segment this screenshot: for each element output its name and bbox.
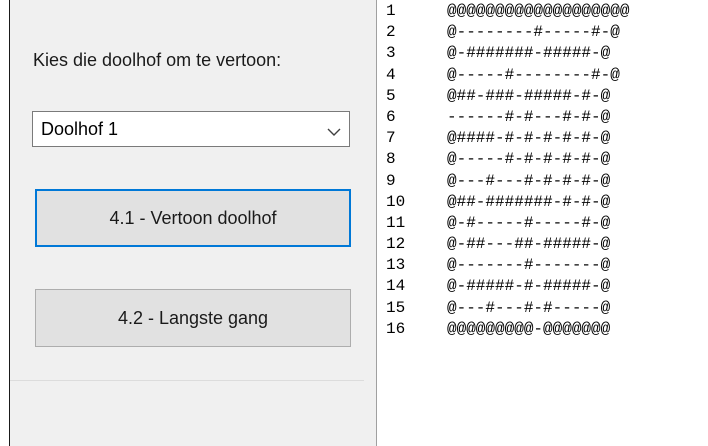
longest-path-button[interactable]: 4.2 - Langste gang xyxy=(35,289,351,347)
maze-row: 13 @-------#-------@ xyxy=(386,255,629,276)
maze-row: 7 @####-#-#-#-#-#-@ xyxy=(386,128,629,149)
maze-row-text: @-#-----#-----#-@ xyxy=(447,213,611,232)
maze-row-number: 1 xyxy=(386,2,396,20)
maze-row-text: @---#---#-#-#-#-@ xyxy=(447,171,611,190)
maze-row-number: 9 xyxy=(386,171,396,190)
show-maze-button[interactable]: 4.1 - Vertoon doolhof xyxy=(35,189,351,247)
app-window: Kies die doolhof om te vertoon: Doolhof … xyxy=(0,0,708,446)
maze-row: 16 @@@@@@@@@-@@@@@@@ xyxy=(386,319,629,340)
maze-row-text: @@@@@@@@@@@@@@@@@@@ xyxy=(447,2,630,20)
maze-row-number: 15 xyxy=(386,298,406,317)
maze-row: 12 @-##---##-#####-@ xyxy=(386,234,629,255)
maze-row-text: @-----#--------#-@ xyxy=(447,65,620,84)
maze-row: 15 @---#---#-#-----@ xyxy=(386,298,629,319)
maze-row-number: 12 xyxy=(386,235,406,254)
maze-row-number: 11 xyxy=(386,213,406,232)
maze-row-number: 5 xyxy=(386,86,396,105)
maze-row-number: 16 xyxy=(386,319,406,338)
maze-select-label: Kies die doolhof om te vertoon: xyxy=(33,50,282,70)
maze-row-text: @-#######-#####-@ xyxy=(447,44,611,63)
maze-row: 5 @##-###-#####-#-@ xyxy=(386,86,629,107)
maze-row-text: @-##---##-#####-@ xyxy=(447,235,611,254)
maze-row-number: 4 xyxy=(386,65,396,84)
maze-row: 8 @-----#-#-#-#-#-@ xyxy=(386,149,629,170)
maze-row-text: @-----#-#-#-#-#-@ xyxy=(447,150,611,169)
maze-row: 6 ------#-#---#-#-@ xyxy=(386,107,629,128)
maze-row: 9 @---#---#-#-#-#-@ xyxy=(386,171,629,192)
maze-row-number: 13 xyxy=(386,256,406,275)
maze-row-text: @##-###-#####-#-@ xyxy=(447,86,611,105)
control-panel: Kies die doolhof om te vertoon: Doolhof … xyxy=(10,0,364,381)
maze-row: 1 @@@@@@@@@@@@@@@@@@@ xyxy=(386,1,629,22)
maze-row: 3 @-#######-#####-@ xyxy=(386,43,629,64)
maze-row-number: 6 xyxy=(386,107,396,126)
chevron-down-icon[interactable] xyxy=(327,124,341,136)
maze-row: 2 @--------#-----#-@ xyxy=(386,22,629,43)
maze-row-text: @##-#######-#-#-@ xyxy=(447,192,611,211)
maze-row-text: @@@@@@@@@-@@@@@@@ xyxy=(447,319,611,338)
maze-dropdown[interactable]: Doolhof 1 xyxy=(32,111,350,147)
maze-row-text: @-------#-------@ xyxy=(447,256,611,275)
maze-lines: 1 @@@@@@@@@@@@@@@@@@@ 2 @--------#-----#-@ 3… xyxy=(386,1,629,340)
maze-row-text: ------#-#---#-#-@ xyxy=(447,107,611,126)
panel-footer xyxy=(10,381,364,446)
maze-row: 11 @-#-----#-----#-@ xyxy=(386,213,629,234)
maze-row-text: @####-#-#-#-#-#-@ xyxy=(447,129,611,148)
window-edge xyxy=(0,0,10,446)
maze-row-number: 8 xyxy=(386,150,396,169)
maze-row: 14 @-#####-#-#####-@ xyxy=(386,276,629,297)
maze-dropdown-value: Doolhof 1 xyxy=(41,119,119,139)
maze-row-number: 2 xyxy=(386,23,396,42)
maze-row: 4 @-----#--------#-@ xyxy=(386,65,629,86)
maze-row-text: @---#---#-#-----@ xyxy=(447,298,611,317)
maze-output-box[interactable]: 1 @@@@@@@@@@@@@@@@@@@ 2 @--------#-----#-@ 3… xyxy=(376,0,708,446)
maze-row-number: 14 xyxy=(386,277,406,296)
maze-row-number: 3 xyxy=(386,44,396,63)
maze-row-text: @-#####-#-#####-@ xyxy=(447,277,611,296)
maze-row-number: 10 xyxy=(386,192,406,211)
maze-row-number: 7 xyxy=(386,129,396,148)
maze-row: 10 @##-#######-#-#-@ xyxy=(386,192,629,213)
maze-row-text: @--------#-----#-@ xyxy=(447,23,620,42)
